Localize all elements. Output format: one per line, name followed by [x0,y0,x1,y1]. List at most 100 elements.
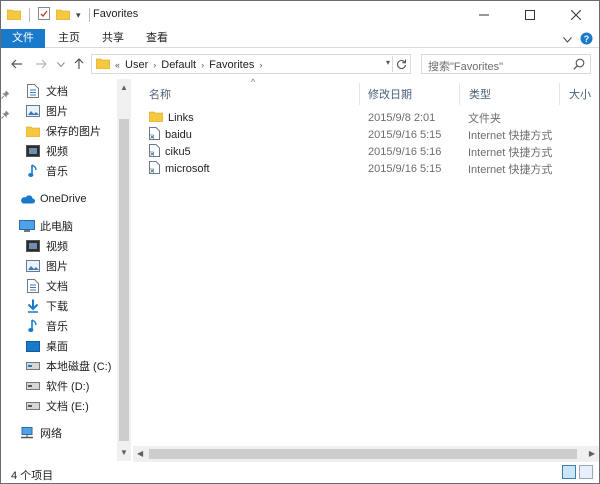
column-divider[interactable] [559,83,560,105]
customize-dropdown-icon[interactable]: ▾ [76,10,81,21]
network-icon [19,425,35,441]
file-name: microsoft [165,162,210,175]
toolbar-divider [88,8,90,22]
nav-item-pc-downloads[interactable]: 下载 [25,296,68,316]
desktop-icon [25,338,41,354]
folder-icon [25,123,41,139]
navigation-scrollbar[interactable]: ▲ ▼ [117,79,131,461]
document-icon [25,278,41,294]
close-button[interactable] [553,1,599,29]
nav-item-label: 图片 [46,261,68,273]
nav-item-pc-documents[interactable]: 文档 [25,276,68,296]
column-divider[interactable] [459,83,460,105]
file-row[interactable]: Links 2015/9/8 2:01 文件夹 [145,109,585,126]
file-name-cell: baidu [149,126,192,143]
nav-item-music[interactable]: 音乐 [25,161,68,181]
nav-item-label: 文档 [46,281,68,293]
minimize-button[interactable] [461,1,507,29]
nav-item-drive-d[interactable]: 软件 (D:) [25,376,89,396]
tab-view[interactable]: 查看 [139,29,175,48]
details-view-icon[interactable] [562,465,576,479]
nav-item-pc-music[interactable]: 音乐 [25,316,68,336]
video-icon [25,143,41,159]
refresh-button[interactable] [392,56,409,72]
chevron-right-icon[interactable]: › [153,60,156,70]
search-box[interactable]: 搜索"Favorites" [421,54,591,74]
column-header-type[interactable]: 类型 [469,85,491,105]
properties-icon[interactable] [38,7,50,23]
drive-icon [25,398,41,414]
folder-icon [148,110,164,125]
scroll-right-icon[interactable]: ▶ [589,449,595,458]
file-type: Internet 快捷方式 [468,129,553,142]
sort-ascending-icon: ^ [251,77,256,87]
nav-item-onedrive[interactable]: OneDrive [19,189,86,209]
search-icon[interactable] [573,58,585,73]
file-name: Links [168,111,194,124]
breadcrumb: « User › Default › Favorites › [95,57,262,72]
nav-item-pc-videos[interactable]: 视频 [25,236,68,256]
scrollbar-thumb[interactable] [119,119,129,441]
quick-access-toolbar: ▾ [6,7,92,23]
nav-item-drive-c[interactable]: 本地磁盘 (C:) [25,356,111,376]
video-icon [25,238,41,254]
chevron-right-icon[interactable]: › [201,60,204,70]
expand-ribbon-icon[interactable] [563,34,572,46]
nav-item-this-pc[interactable]: 此电脑 [19,216,73,236]
file-date: 2015/9/16 5:15 [368,128,442,141]
navigation-bar: « User › Default › Favorites › ▾ 搜索"Favo… [1,49,599,79]
tab-file[interactable]: 文件 [1,29,45,48]
nav-item-network[interactable]: 网络 [19,423,62,443]
breadcrumb-item[interactable]: Favorites [209,59,254,71]
nav-item-label: 本地磁盘 (C:) [46,361,112,373]
file-type: Internet 快捷方式 [468,146,553,159]
address-bar[interactable]: « User › Default › Favorites › ▾ [91,54,411,74]
pin-icon[interactable] [1,104,10,124]
scroll-left-icon[interactable]: ◀ [137,449,143,458]
breadcrumb-item[interactable]: Default [161,59,196,71]
file-row[interactable]: baidu 2015/9/16 5:15 Internet 快捷方式 [145,126,585,143]
large-icons-view-icon[interactable] [579,465,593,479]
item-count: 4 个项目 [11,470,54,482]
pin-icon[interactable] [1,84,10,104]
window-controls [461,1,599,29]
chevron-right-icon[interactable]: › [259,60,262,70]
nav-item-label: 图片 [46,106,68,118]
nav-item-label: 此电脑 [40,221,73,233]
file-row[interactable]: microsoft 2015/9/16 5:15 Internet 快捷方式 [145,160,585,177]
up-button[interactable] [71,56,87,72]
nav-item-saved-pictures[interactable]: 保存的图片 [25,121,101,141]
file-name-cell: microsoft [149,160,210,177]
document-icon [25,83,41,99]
breadcrumb-item[interactable]: User [125,59,148,71]
nav-item-pictures[interactable]: 图片 [25,101,68,121]
download-icon [25,298,41,314]
nav-item-label: 软件 (D:) [46,381,90,393]
tab-home[interactable]: 主页 [51,29,87,48]
tab-share[interactable]: 共享 [95,29,131,48]
back-button[interactable] [9,56,25,72]
nav-item-pc-desktop[interactable]: 桌面 [25,336,68,356]
scroll-up-icon[interactable]: ▲ [120,83,128,92]
recent-locations-dropdown[interactable] [53,56,69,72]
horizontal-scrollbar[interactable]: ◀ ▶ [133,446,599,462]
new-folder-icon[interactable] [55,8,71,23]
file-row[interactable]: ciku5 2015/9/16 5:16 Internet 快捷方式 [145,143,585,160]
nav-item-documents[interactable]: 文档 [25,81,68,101]
folder-icon[interactable] [6,8,22,23]
column-header-size[interactable]: 大小 [569,85,591,105]
help-icon[interactable]: ? [580,32,593,48]
nav-item-drive-e[interactable]: 文档 (E:) [25,396,89,416]
scroll-down-icon[interactable]: ▼ [120,448,128,457]
forward-button[interactable] [33,56,49,72]
maximize-button[interactable] [507,1,553,29]
breadcrumb-overflow[interactable]: « [115,60,120,70]
address-history-dropdown[interactable]: ▾ [386,58,390,67]
column-header-date[interactable]: 修改日期 [368,85,412,105]
svg-text:?: ? [584,34,590,44]
column-header-name[interactable]: 名称 [149,85,171,105]
column-divider[interactable] [359,83,360,105]
scrollbar-thumb[interactable] [149,449,577,459]
nav-item-videos[interactable]: 视频 [25,141,68,161]
nav-item-pc-pictures[interactable]: 图片 [25,256,68,276]
